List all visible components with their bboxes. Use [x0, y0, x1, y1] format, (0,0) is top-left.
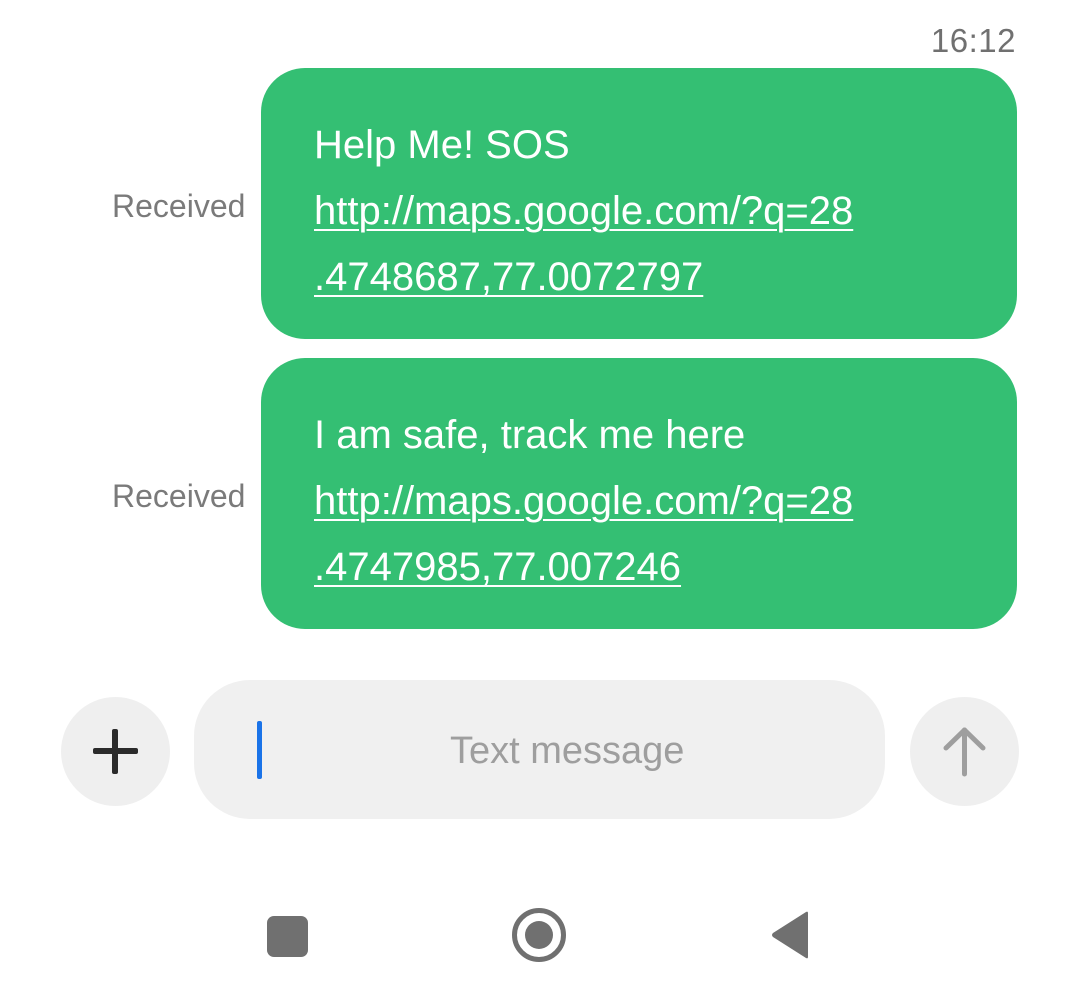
triangle-back-icon[interactable]: [770, 911, 810, 959]
arrow-up-icon: [943, 727, 986, 777]
message-status: Received: [112, 478, 246, 514]
system-navigation-bar: [0, 900, 1080, 999]
map-link[interactable]: .4748687,77.0072797: [314, 244, 977, 310]
map-link-line-2: .4748687,77.0072797: [314, 255, 704, 299]
messaging-screen: 16:12 Received Help Me! SOS http://maps.…: [0, 0, 1080, 999]
square-icon[interactable]: [267, 916, 308, 957]
map-link[interactable]: .4747985,77.007246: [314, 534, 977, 600]
message-text: I am safe, track me here: [314, 413, 746, 457]
message-status: Received: [112, 188, 246, 224]
map-link[interactable]: http://maps.google.com/?q=28: [314, 468, 977, 534]
add-attachment-button[interactable]: [61, 697, 170, 806]
send-button[interactable]: [910, 697, 1019, 806]
plus-icon: [93, 729, 138, 774]
map-link-line-1: http://maps.google.com/?q=28: [314, 479, 854, 523]
text-cursor: [257, 721, 262, 779]
message-timestamp: 16:12: [930, 22, 1016, 59]
map-link-line-2: .4747985,77.007246: [314, 545, 682, 589]
message-bubble[interactable]: Help Me! SOS http://maps.google.com/?q=2…: [261, 68, 1017, 339]
message-text: Help Me! SOS: [314, 123, 570, 167]
map-link-line-1: http://maps.google.com/?q=28: [314, 189, 854, 233]
circle-icon[interactable]: [511, 907, 567, 963]
map-link[interactable]: http://maps.google.com/?q=28: [314, 178, 977, 244]
message-input-container[interactable]: [194, 680, 1050, 819]
compose-bar: [0, 680, 1080, 820]
message-bubble[interactable]: I am safe, track me here http://maps.goo…: [261, 358, 1017, 629]
